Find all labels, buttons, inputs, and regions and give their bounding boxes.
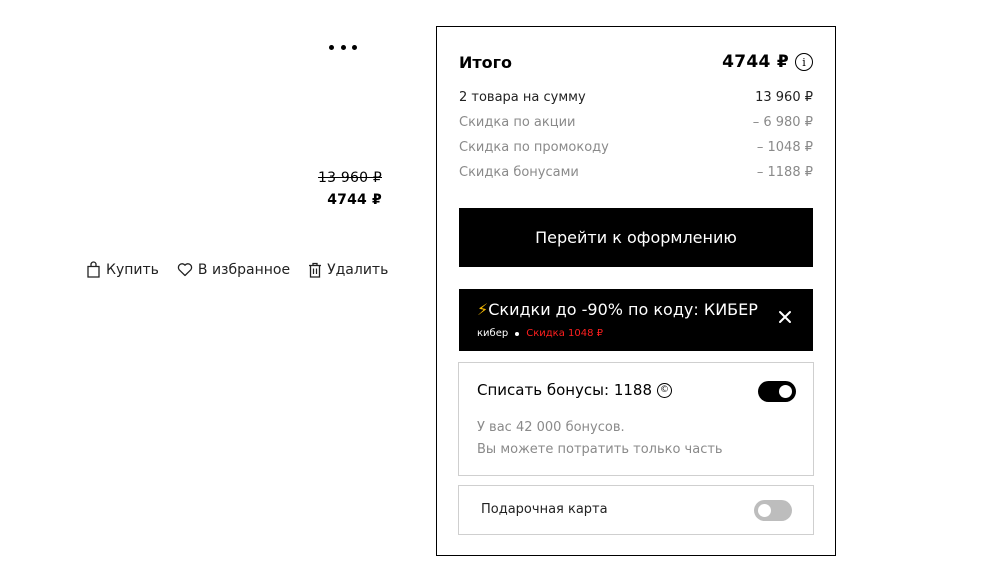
toggle-knob [758, 504, 771, 517]
summary-line-label: 2 товара на сумму [459, 90, 586, 105]
add-to-favorites-button[interactable]: В избранное [177, 262, 290, 278]
buy-label: Купить [106, 261, 159, 278]
item-actions: Купить В избранное Удалить [86, 261, 388, 278]
delete-label: Удалить [327, 261, 389, 278]
total-label: Итого [459, 52, 513, 72]
order-summary-panel: Итого 4744 ₽ i 2 товара на сумму 13 960 … [436, 26, 836, 556]
item-old-price: 13 960 ₽ [318, 170, 382, 186]
info-icon[interactable]: i [795, 53, 813, 71]
bonus-card: Списать бонусы: 1188 © У вас 42 000 бону… [458, 362, 814, 476]
separator-dot [515, 331, 520, 336]
summary-line-promo-discount: Скидка по промокоду – 1048 ₽ [459, 135, 813, 160]
toggle-knob [779, 385, 792, 398]
summary-line-label: Скидка по промокоду [459, 140, 609, 155]
promo-code-banner: ⚡Скидки до -90% по коду: КИБЕР кибер Ски… [459, 289, 813, 351]
promo-title: Скидки до -90% по коду: КИБЕР [488, 300, 758, 319]
heart-icon [177, 263, 193, 277]
more-options-button[interactable] [329, 40, 357, 54]
gift-card-label: Подарочная карта [481, 502, 608, 517]
summary-line-value: – 6 980 ₽ [752, 115, 813, 130]
more-dot [329, 44, 334, 50]
item-new-price: 4744 ₽ [327, 192, 382, 208]
summary-line-value: – 1048 ₽ [756, 140, 813, 155]
promo-details: кибер Скидка 1048 ₽ [477, 328, 603, 339]
favorites-label: В избранное [197, 261, 291, 278]
summary-line-label: Скидка по акции [459, 115, 576, 130]
bonus-title-row: Списать бонусы: 1188 © [477, 381, 673, 399]
summary-line-label: Скидка бонусами [459, 165, 579, 180]
summary-line-sale-discount: Скидка по акции – 6 980 ₽ [459, 110, 813, 135]
summary-line-value: – 1188 ₽ [756, 165, 813, 180]
bonus-balance-text: У вас 42 000 бонусов. [477, 420, 625, 435]
bonus-limit-text: Вы можете потратить только часть [477, 442, 723, 457]
lightning-icon: ⚡ [477, 300, 489, 319]
gift-card-row: Подарочная карта [458, 485, 814, 535]
close-icon[interactable] [777, 309, 793, 325]
bonus-title: Списать бонусы: 1188 [477, 381, 653, 399]
trash-icon [309, 262, 322, 278]
summary-line-items-sum: 2 товара на сумму 13 960 ₽ [459, 85, 813, 110]
delete-button[interactable]: Удалить [308, 262, 388, 278]
summary-lines: 2 товара на сумму 13 960 ₽ Скидка по акц… [459, 85, 813, 185]
checkout-button[interactable]: Перейти к оформлению [459, 208, 813, 267]
shopping-bag-icon [87, 261, 100, 278]
bonus-coin-icon: © [657, 382, 673, 398]
more-dot [352, 44, 357, 50]
bonus-note: У вас 42 000 бонусов. Вы можете потратит… [477, 417, 723, 461]
more-dot [340, 44, 346, 50]
total-row: Итого 4744 ₽ i [459, 50, 813, 74]
bonus-toggle[interactable] [758, 381, 796, 402]
summary-line-bonus-discount: Скидка бонусами – 1188 ₽ [459, 160, 813, 185]
buy-button[interactable]: Купить [86, 261, 159, 278]
total-amount: 4744 ₽ [722, 52, 789, 72]
promo-code: кибер [477, 328, 509, 339]
gift-card-toggle[interactable] [754, 500, 792, 521]
promo-discount: Скидка 1048 ₽ [526, 328, 603, 339]
promo-title-row: ⚡Скидки до -90% по коду: КИБЕР [477, 300, 758, 319]
total-value-group: 4744 ₽ i [722, 52, 813, 72]
summary-line-value: 13 960 ₽ [755, 90, 813, 105]
